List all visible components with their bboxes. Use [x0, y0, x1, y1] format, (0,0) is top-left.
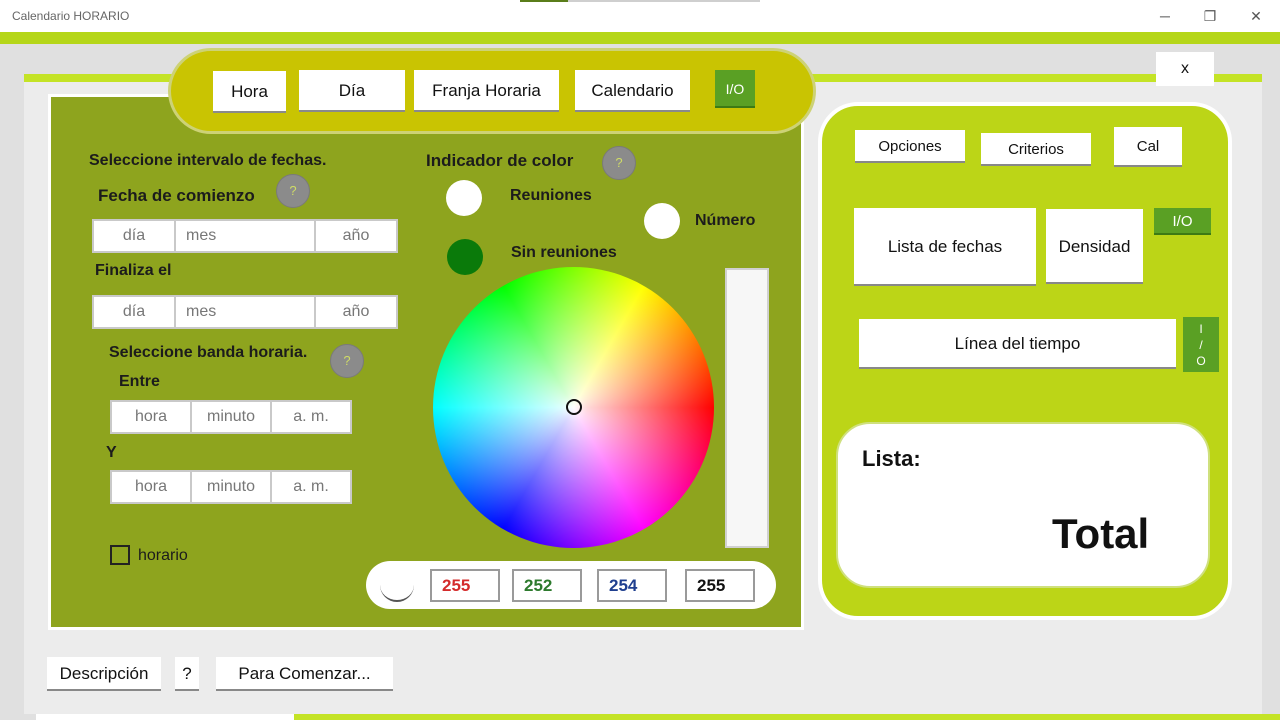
- tab-calendario[interactable]: Calendario: [575, 70, 690, 112]
- start-date-label: Fecha de comienzo: [98, 186, 255, 205]
- close-panel-button[interactable]: x: [1156, 52, 1214, 86]
- getting-started-button[interactable]: Para Comenzar...: [216, 657, 393, 691]
- density-button[interactable]: Densidad: [1046, 209, 1143, 284]
- number-color-swatch[interactable]: [644, 203, 680, 239]
- start-year-input[interactable]: año: [316, 221, 396, 251]
- tab-dia[interactable]: Día: [299, 70, 405, 112]
- between-label: Entre: [119, 373, 160, 390]
- meetings-color-swatch[interactable]: [446, 180, 482, 216]
- no-meetings-color-swatch[interactable]: [447, 239, 483, 275]
- color-indicator-heading: Indicador de color: [426, 151, 574, 170]
- to-minute-input[interactable]: minuto: [192, 472, 272, 502]
- cal-button[interactable]: Cal: [1114, 127, 1182, 167]
- io-toggle-button[interactable]: I/O: [715, 70, 755, 108]
- bottom-edge-green-strip: [294, 714, 1280, 720]
- top-edge-accent: [520, 0, 568, 2]
- date-list-button[interactable]: Lista de fechas: [854, 208, 1036, 286]
- total-label: Total: [1052, 510, 1150, 557]
- close-window-icon[interactable]: ✕: [1246, 6, 1266, 26]
- and-label: Y: [106, 444, 117, 461]
- date-help-icon[interactable]: ?: [276, 174, 310, 208]
- title-bar: [0, 0, 1280, 32]
- restore-icon[interactable]: ❐: [1200, 6, 1220, 26]
- minimize-icon[interactable]: ─: [1155, 6, 1175, 26]
- to-ampm-select[interactable]: a. m.: [272, 472, 350, 502]
- number-label: Número: [695, 212, 756, 229]
- alpha-value-input[interactable]: 255: [685, 569, 755, 602]
- description-button[interactable]: Descripción: [47, 657, 161, 691]
- red-value-input[interactable]: 255: [430, 569, 500, 602]
- options-button[interactable]: Opciones: [855, 130, 965, 163]
- color-value-slider[interactable]: [725, 268, 769, 548]
- from-minute-input[interactable]: minuto: [192, 402, 272, 432]
- start-date-field[interactable]: día mes año: [92, 219, 398, 253]
- time-band-help-icon[interactable]: ?: [330, 344, 364, 378]
- date-range-heading: Seleccione intervalo de fechas.: [89, 152, 327, 169]
- criteria-button[interactable]: Criterios: [981, 133, 1091, 166]
- meetings-label: Reuniones: [510, 187, 592, 204]
- blue-value-input[interactable]: 254: [597, 569, 667, 602]
- end-date-label: Finaliza el: [95, 262, 172, 279]
- from-hour-input[interactable]: hora: [112, 402, 192, 432]
- color-wheel-selector[interactable]: [566, 399, 582, 415]
- color-preview-swatch: [380, 568, 414, 602]
- tab-franja-horaria[interactable]: Franja Horaria: [414, 70, 559, 112]
- list-label: Lista:: [862, 446, 921, 471]
- schedule-checkbox[interactable]: [110, 545, 130, 565]
- tab-hora[interactable]: Hora: [213, 71, 286, 113]
- timeline-button[interactable]: Línea del tiempo: [859, 319, 1176, 369]
- from-ampm-select[interactable]: a. m.: [272, 402, 350, 432]
- start-month-input[interactable]: mes: [176, 221, 316, 251]
- start-day-input[interactable]: día: [94, 221, 176, 251]
- schedule-checkbox-label: horario: [138, 547, 188, 564]
- bottom-edge-strip: [36, 714, 294, 720]
- green-value-input[interactable]: 252: [512, 569, 582, 602]
- to-hour-input[interactable]: hora: [112, 472, 192, 502]
- end-day-input[interactable]: día: [94, 297, 176, 327]
- timeline-io-char-3: O: [1196, 354, 1206, 368]
- timeline-io-char-2: /: [1199, 338, 1203, 352]
- from-time-field[interactable]: hora minuto a. m.: [110, 400, 352, 434]
- time-band-heading: Seleccione banda horaria.: [109, 344, 308, 361]
- to-time-field[interactable]: hora minuto a. m.: [110, 470, 352, 504]
- end-year-input[interactable]: año: [316, 297, 396, 327]
- no-meetings-label: Sin reuniones: [511, 244, 617, 261]
- timeline-io-char-1: I: [1199, 322, 1203, 336]
- window-title: Calendario HORARIO: [12, 9, 130, 23]
- header-green-bar: [0, 32, 1280, 44]
- end-month-input[interactable]: mes: [176, 297, 316, 327]
- help-button[interactable]: ?: [175, 657, 199, 691]
- timeline-io-toggle[interactable]: I / O: [1183, 317, 1219, 372]
- density-io-toggle[interactable]: I/O: [1154, 208, 1211, 235]
- end-date-field[interactable]: día mes año: [92, 295, 398, 329]
- color-help-icon[interactable]: ?: [602, 146, 636, 180]
